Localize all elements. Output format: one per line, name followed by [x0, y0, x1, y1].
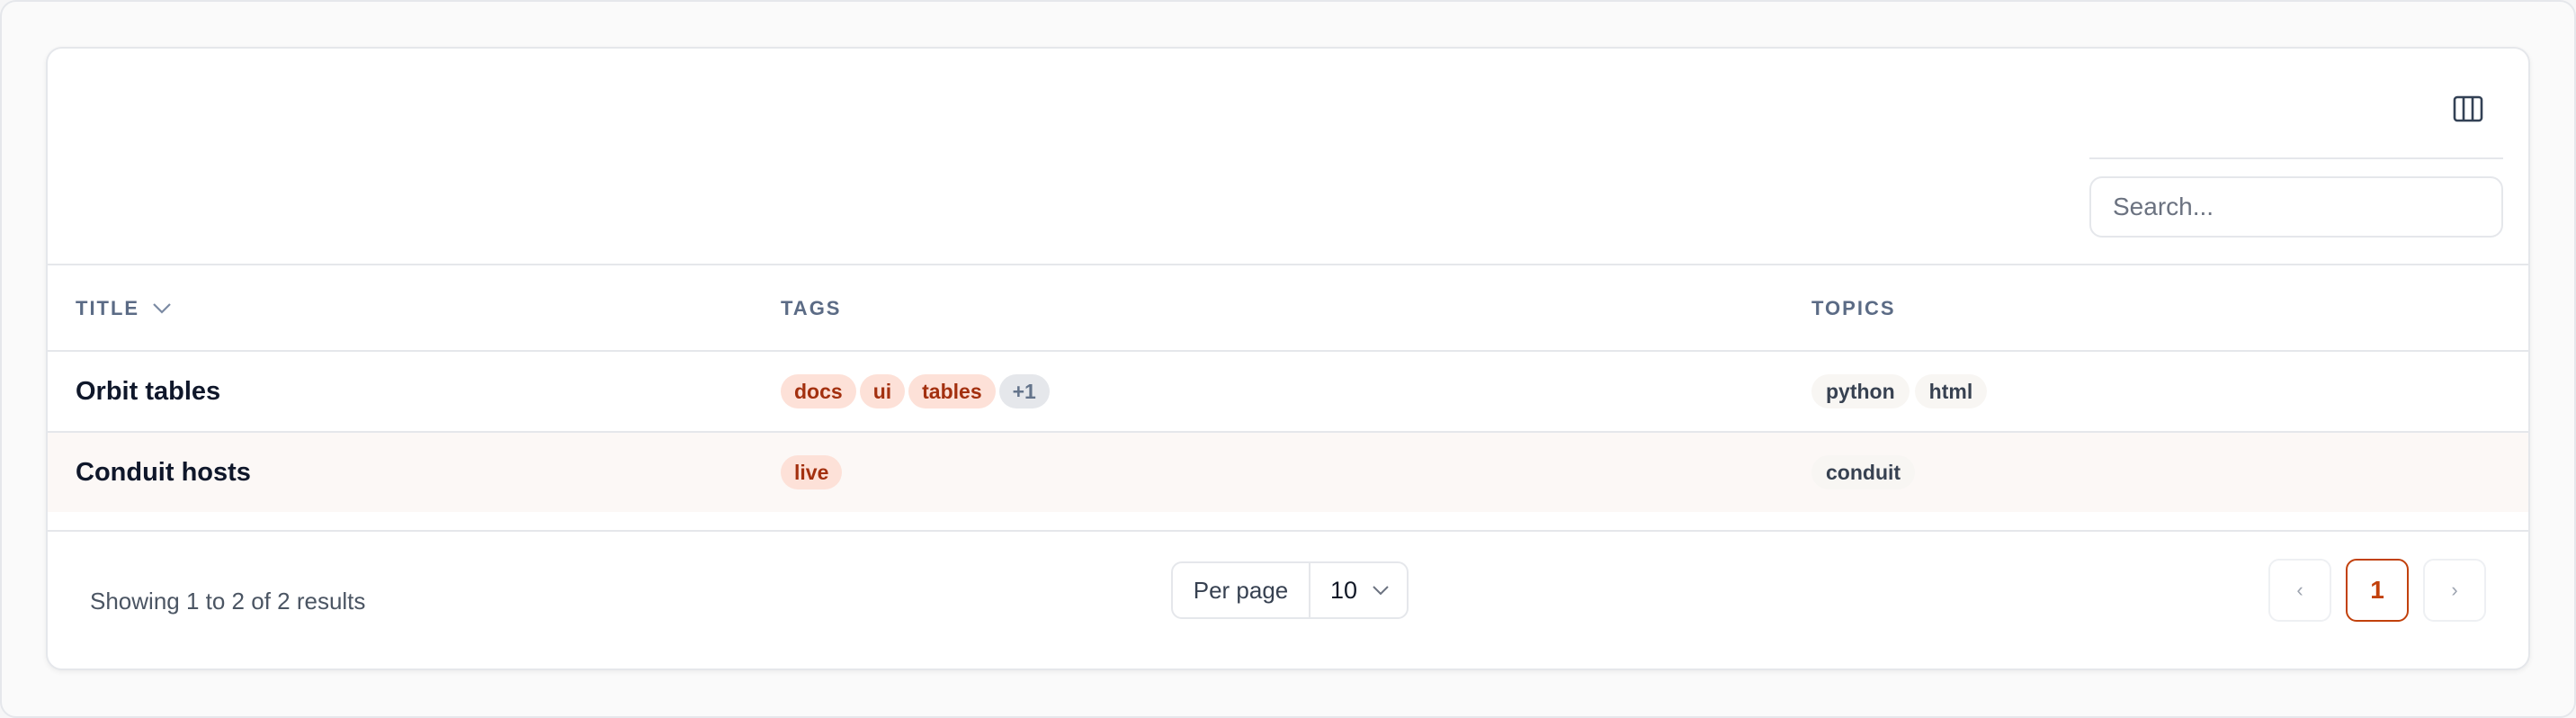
page-1-button[interactable]: 1 — [2346, 559, 2409, 622]
column-visibility-button[interactable] — [2448, 89, 2488, 129]
tag-badge: docs — [781, 374, 856, 408]
row-title: Orbit tables — [76, 376, 221, 406]
chevron-down-icon — [152, 302, 172, 315]
column-header-tags: TAGS — [781, 297, 842, 319]
next-page-button[interactable]: › — [2423, 559, 2486, 622]
topic-badge: html — [1914, 374, 1988, 408]
columns-icon — [2453, 95, 2483, 122]
topic-badge: python — [1811, 374, 1910, 408]
topic-badge: conduit — [1811, 455, 1916, 489]
row-topics: conduit — [1811, 433, 1916, 512]
row-title: Conduit hosts — [76, 457, 251, 487]
tag-badge: ui — [859, 374, 906, 408]
per-page-control: Per page 10 — [1171, 561, 1409, 619]
per-page-select[interactable]: 10 — [1310, 563, 1407, 617]
row-tags: live — [781, 433, 843, 512]
table-card: TITLE TAGS TOPICS Orbit tables docs ui t… — [46, 47, 2530, 670]
column-header-topics: TOPICS — [1811, 297, 1896, 319]
column-header-title-label: TITLE — [76, 297, 140, 319]
table-row[interactable]: Conduit hosts live conduit — [48, 433, 2528, 512]
tag-badge: live — [781, 455, 843, 489]
per-page-value: 10 — [1330, 576, 1358, 604]
table-row[interactable]: Orbit tables docs ui tables +1 python ht… — [48, 352, 2528, 433]
chevron-down-icon — [1373, 586, 1389, 596]
column-header-title[interactable]: TITLE — [76, 265, 172, 352]
table-header: TITLE TAGS TOPICS — [48, 265, 2528, 352]
previous-page-button[interactable]: ‹ — [2268, 559, 2331, 622]
pagination: ‹ 1 › — [2268, 559, 2486, 622]
row-topics: python html — [1811, 352, 1988, 431]
more-tags-badge[interactable]: +1 — [998, 374, 1050, 408]
tag-badge: tables — [908, 374, 996, 408]
toolbar-divider — [2089, 157, 2503, 159]
per-page-label: Per page — [1173, 563, 1310, 617]
table-footer: Showing 1 to 2 of 2 results Per page 10 … — [48, 532, 2528, 669]
row-tags: docs ui tables +1 — [781, 352, 1050, 431]
results-summary: Showing 1 to 2 of 2 results — [90, 587, 366, 615]
search-input[interactable] — [2089, 176, 2503, 238]
